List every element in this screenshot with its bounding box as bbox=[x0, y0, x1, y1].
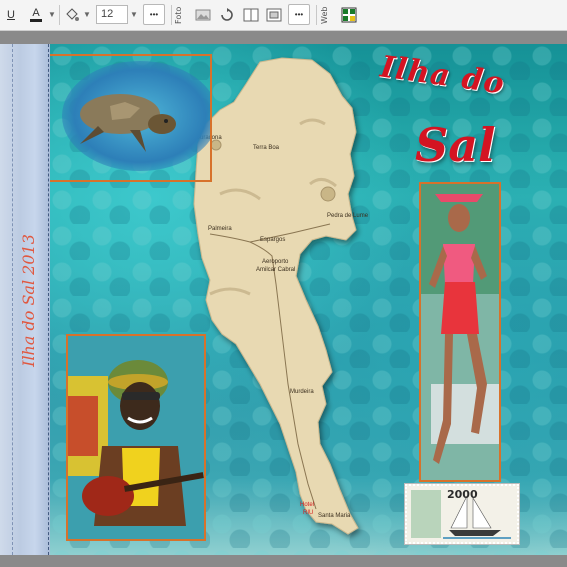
map-label-pedra-de-lume: Pedra de Lume bbox=[327, 213, 369, 219]
photo-icon bbox=[195, 9, 211, 20]
photo-frame-turtle[interactable] bbox=[50, 54, 212, 182]
underline-label: U bbox=[7, 8, 15, 21]
group-label-photo: Foto bbox=[174, 6, 183, 24]
photo-frame-guitarist[interactable] bbox=[66, 334, 206, 541]
more-text-options-button[interactable]: ••• bbox=[143, 4, 165, 25]
map-label-palmeira: Palmeira bbox=[208, 226, 232, 232]
chevron-down-icon: ▼ bbox=[83, 10, 91, 19]
fill-color-button[interactable] bbox=[62, 4, 82, 25]
map-label-riu: RIU bbox=[303, 510, 314, 516]
postage-stamp[interactable]: 2000 bbox=[405, 484, 519, 544]
page-title-line2[interactable]: Sal bbox=[415, 118, 496, 172]
map-label-espargos: Espargos bbox=[260, 237, 286, 243]
underline-button[interactable]: U bbox=[3, 4, 19, 25]
stamp-year: 2000 bbox=[447, 488, 478, 501]
divider bbox=[316, 5, 317, 25]
paint-bucket-icon bbox=[66, 7, 79, 21]
more-label: ••• bbox=[149, 10, 159, 19]
frame-icon bbox=[266, 8, 282, 21]
guitarist-photo bbox=[68, 336, 204, 539]
frame-button[interactable] bbox=[263, 4, 285, 25]
map-label-santa-maria: Santa Maria bbox=[318, 513, 351, 519]
map-label-hotel: Hotel bbox=[300, 502, 315, 508]
turtle-photo bbox=[62, 61, 210, 171]
layout-columns-button[interactable] bbox=[240, 4, 262, 25]
columns-icon bbox=[243, 8, 259, 21]
qr-code-icon bbox=[341, 7, 357, 22]
more-label: ••• bbox=[294, 10, 304, 19]
spine-guide-line bbox=[48, 44, 49, 555]
crater bbox=[210, 139, 222, 151]
toolbar: U A ▼ ▼ 12 ▼ ••• Foto ••• Web bbox=[0, 0, 567, 31]
map-label-murdeira: Murdeira bbox=[290, 389, 314, 395]
text-color-button[interactable]: A bbox=[26, 4, 46, 25]
group-label-web: Web bbox=[320, 6, 329, 24]
map-label-amilcar-cabral: Amilcar Cabral bbox=[256, 267, 296, 273]
spine-title-text: Ilha do Sal 2013 bbox=[18, 233, 38, 367]
divider bbox=[171, 5, 172, 25]
chevron-down-icon: ▼ bbox=[48, 10, 56, 19]
map-label-aeroporto: Aeroporto bbox=[262, 259, 289, 265]
rotate-icon bbox=[221, 7, 233, 21]
photo-edit-button[interactable] bbox=[192, 4, 214, 25]
divider bbox=[59, 5, 60, 25]
runner-photo bbox=[421, 184, 499, 480]
text-color-label: A bbox=[32, 6, 40, 19]
qr-code-button[interactable] bbox=[338, 4, 360, 25]
crater bbox=[320, 186, 336, 202]
more-photo-options-button[interactable]: ••• bbox=[288, 4, 310, 25]
font-size-select[interactable]: 12 ▼ bbox=[94, 4, 140, 25]
map-label-terra-boa: Terra Boa bbox=[253, 145, 280, 151]
chevron-down-icon: ▼ bbox=[130, 10, 138, 19]
photobook-page[interactable]: Buracona Terra Boa Pedra de Lume Palmeir… bbox=[50, 44, 567, 555]
spine-title[interactable]: Ilha do Sal 2013 bbox=[8, 210, 48, 390]
text-color-swatch bbox=[30, 18, 42, 22]
fill-color-dropdown[interactable]: ▼ bbox=[82, 4, 92, 25]
rotate-button[interactable] bbox=[216, 4, 238, 25]
text-color-dropdown[interactable]: ▼ bbox=[47, 4, 57, 25]
font-size-input[interactable]: 12 bbox=[96, 5, 129, 24]
photo-frame-runner[interactable] bbox=[419, 182, 501, 482]
island-shape bbox=[193, 57, 359, 535]
